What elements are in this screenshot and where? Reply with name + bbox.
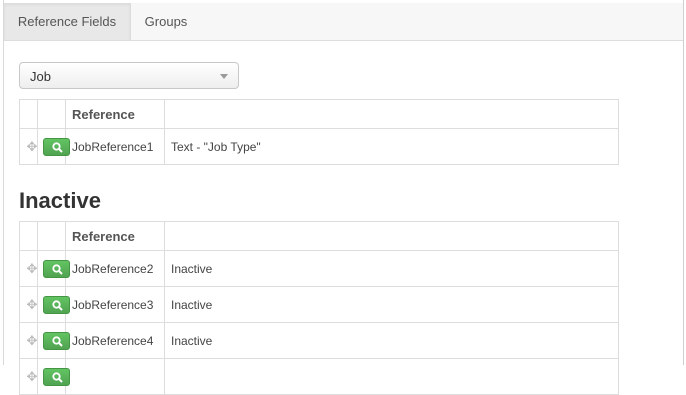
move-arrows-icon[interactable]: ✥ [26,298,38,311]
tab-reference-fields[interactable]: Reference Fields [4,3,131,40]
header-button-cell [37,221,66,251]
search-button[interactable] [43,295,70,314]
tab-groups[interactable]: Groups [130,3,202,40]
header-detail [164,99,619,129]
detail-cell: Inactive [164,250,619,287]
detail-cell: Inactive [164,322,619,359]
table-header-row: Reference [19,221,619,251]
entity-select[interactable]: Job [19,62,239,89]
table-row: ✥ JobReference4 Inactive [19,322,619,359]
header-reference: Reference [65,221,165,251]
table-header-row: Reference [19,99,619,129]
table-row: ✥ JobReference1 Text - "Job Type" [19,128,619,165]
magnifier-icon [52,335,63,347]
chevron-down-icon [220,74,228,79]
reference-cell: JobReference3 [65,286,165,323]
magnifier-icon [52,141,63,153]
detail-cell: Inactive [164,286,619,323]
header-detail [164,221,619,251]
move-arrows-icon[interactable]: ✥ [26,262,38,275]
search-button[interactable] [43,331,70,350]
magnifier-icon [52,371,63,383]
move-arrows-icon[interactable]: ✥ [26,370,38,383]
move-arrows-icon[interactable]: ✥ [26,334,38,347]
move-arrows-icon[interactable]: ✥ [26,140,38,153]
tab-bar: Reference Fields Groups [4,3,683,41]
section-title-inactive: Inactive [19,188,101,213]
active-references-table: Reference ✥ JobReference1 Text - "Job Ty… [19,99,619,165]
reference-cell [65,358,165,395]
table-row: ✥ JobReference2 Inactive [19,250,619,287]
magnifier-icon [52,299,63,311]
entity-select-value: Job [30,69,51,84]
header-reference: Reference [65,99,165,129]
magnifier-icon [52,263,63,275]
table-row: ✥ [19,358,619,395]
reference-cell: JobReference4 [65,322,165,359]
header-button-cell [37,99,66,129]
table-row: ✥ JobReference3 Inactive [19,286,619,323]
header-drag-cell [19,99,38,129]
reference-cell: JobReference1 [65,128,165,165]
search-button[interactable] [43,367,70,386]
inactive-references-table: Reference ✥ JobReference2 Inactive ✥ Job… [19,221,619,395]
detail-cell [164,358,619,395]
header-drag-cell [19,221,38,251]
search-button[interactable] [43,259,70,278]
detail-cell: Text - "Job Type" [164,128,619,165]
search-button[interactable] [43,137,70,156]
reference-cell: JobReference2 [65,250,165,287]
